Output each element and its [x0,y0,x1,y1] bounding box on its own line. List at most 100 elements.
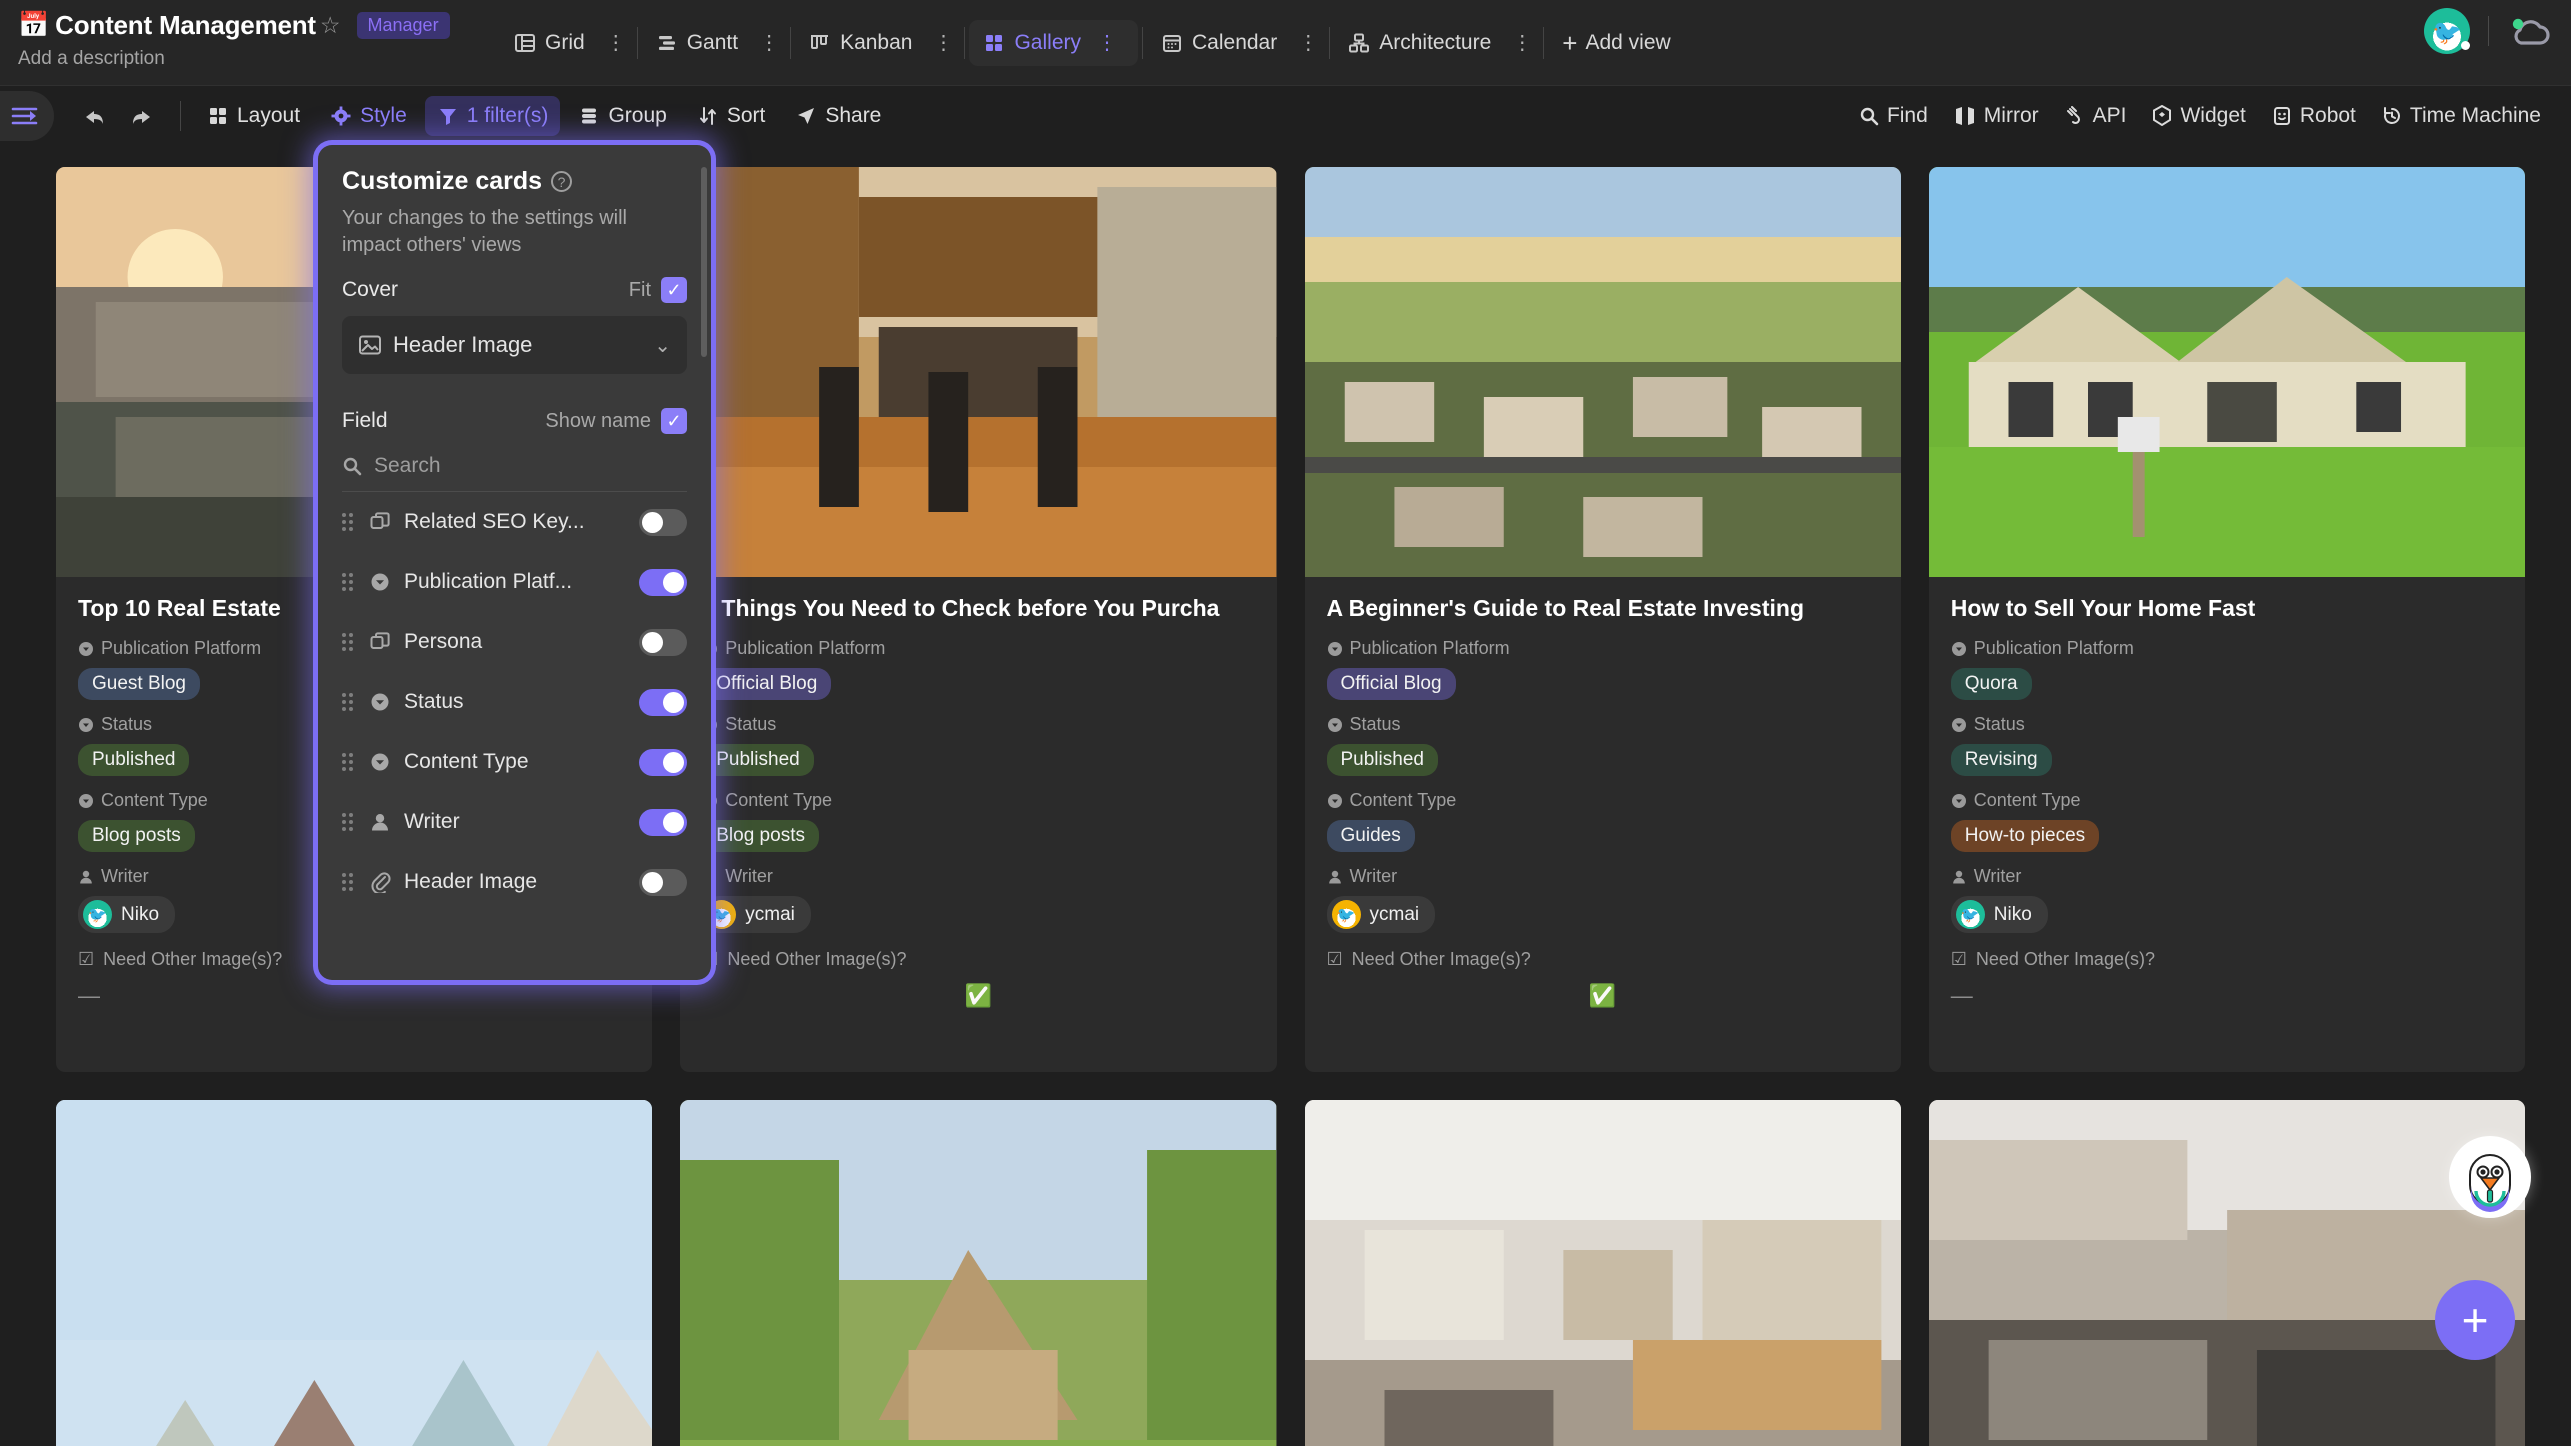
drag-handle-icon[interactable] [342,873,356,891]
cloud-sync-icon[interactable] [2505,13,2553,49]
tab-divider [964,26,966,59]
label-text: Publication Platform [1349,638,1510,658]
tab-calendar-menu[interactable]: ⋮ [1291,33,1325,53]
gallery-card[interactable] [1928,1100,2525,1446]
cover-fit-checkbox[interactable]: ✓ [661,277,687,303]
tab-calendar[interactable]: Calendar [1147,20,1291,66]
chip-writer: 🐦 ycmai [1326,896,1436,933]
tab-grid[interactable]: Grid [500,20,599,66]
field-toggle[interactable] [639,628,687,656]
label-text: Need Other Image(s)? [103,949,283,969]
show-name-checkbox[interactable]: ✓ [661,408,687,434]
drag-handle-icon[interactable] [342,753,356,771]
tab-gantt-menu[interactable]: ⋮ [752,33,786,53]
chip-writer: 🐦 Niko [78,896,176,933]
tab-divider [1329,26,1331,59]
field-row-content-type[interactable]: Content Type [342,732,687,792]
document-description[interactable]: Add a description [18,48,500,70]
tab-gantt[interactable]: Gantt [642,20,752,66]
chip-publication-platform: Quora [1950,668,2032,700]
tab-architecture-menu[interactable]: ⋮ [1505,33,1539,53]
tab-grid-menu[interactable]: ⋮ [599,33,633,53]
field-toggle[interactable] [639,688,687,716]
field-row-persona[interactable]: Persona [342,612,687,672]
add-record-button[interactable]: + [2435,1280,2515,1360]
add-view-button[interactable]: + Add view [1548,20,1684,66]
checkbox-icon: ☑ [1950,949,1967,969]
layout-button[interactable]: Layout [195,96,312,136]
group-icon [578,105,600,127]
find-button[interactable]: Find [1847,96,1940,136]
field-toggle[interactable] [639,568,687,596]
sort-button[interactable]: Sort [685,96,778,136]
single-select-icon [78,717,94,733]
writer-avatar: 🐦 [707,900,737,929]
single-select-icon [368,570,392,594]
writer-name: Niko [1993,903,2032,925]
share-button[interactable]: Share [783,96,893,136]
field-row-publication-platform[interactable]: Publication Platf... [342,552,687,612]
field-toggle[interactable] [639,508,687,536]
gallery-card[interactable] [680,1100,1277,1446]
field-label-writer: Writer [702,866,1254,887]
label-text: Status [1973,714,2025,734]
gallery-card[interactable] [56,1100,653,1446]
cover-field-select[interactable]: Header Image ⌄ [342,316,687,374]
cover-fit-label: Fit [628,278,651,301]
field-row-status[interactable]: Status [342,672,687,732]
field-search-row[interactable]: Search [342,454,687,492]
drag-handle-icon[interactable] [342,633,356,651]
api-button[interactable]: API [2053,96,2139,136]
style-button[interactable]: Style [318,96,419,136]
group-button[interactable]: Group [566,96,678,136]
tab-gallery[interactable]: Gallery ⋮ [969,19,1138,66]
mirror-button[interactable]: Mirror [1942,96,2051,136]
tab-kanban[interactable]: Kanban [795,20,926,66]
card-body: A Beginner's Guide to Real Estate Invest… [1305,577,1901,1072]
tab-gallery-menu[interactable]: ⋮ [1090,33,1124,53]
gallery-card[interactable]: How to Sell Your Home Fast Publication P… [1928,167,2525,1072]
gallery-card[interactable]: A Beginner's Guide to Real Estate Invest… [1304,167,1901,1072]
avatar[interactable]: 🐦 [2424,8,2470,54]
undo-icon[interactable] [70,94,118,138]
tab-calendar-label: Calendar [1192,30,1278,54]
favorite-star-icon[interactable]: ☆ [320,12,341,39]
redo-icon[interactable] [118,94,166,138]
field-toggle[interactable] [639,808,687,836]
robot-button[interactable]: Robot [2260,96,2368,136]
field-row-header-image[interactable]: Header Image [342,852,687,912]
gallery-card[interactable]: 5 Things You Need to Check before You Pu… [680,167,1277,1072]
tab-architecture[interactable]: Architecture [1334,20,1505,66]
field-row-writer[interactable]: Writer [342,792,687,852]
time-machine-button[interactable]: Time Machine [2370,96,2553,136]
filter-button[interactable]: 1 filter(s) [424,95,561,136]
link-records-icon [368,630,392,654]
field-toggle[interactable] [639,748,687,776]
field-row-related-seo-keywords[interactable]: Related SEO Key... [342,492,687,552]
search-input[interactable]: Search [374,454,441,478]
drag-handle-icon[interactable] [342,693,356,711]
drag-handle-icon[interactable] [342,513,356,531]
widget-button[interactable]: Widget [2140,96,2257,136]
field-label-need-other-images: ☑ Need Other Image(s)? [1951,949,2503,970]
chip-publication-platform: Official Blog [702,668,832,700]
sidebar-collapse-icon[interactable] [0,90,54,141]
card-title: How to Sell Your Home Fast [1950,595,2256,621]
search-icon [342,456,362,476]
tab-divider [1142,26,1143,59]
chip-content-type: How-to pieces [1950,820,2100,852]
gantt-view-icon [656,32,678,54]
help-icon[interactable]: ? [551,171,573,192]
drag-handle-icon[interactable] [342,573,356,591]
label-text: Content Type [1349,790,1457,810]
online-status-dot [2461,41,2470,50]
assistant-bird-icon[interactable] [2449,1136,2531,1218]
label-text: Publication Platform [725,638,886,658]
popup-scrollbar[interactable] [701,167,707,357]
gallery-card[interactable] [1304,1100,1901,1446]
field-toggle[interactable] [639,868,687,896]
drag-handle-icon[interactable] [342,813,356,831]
tab-kanban-menu[interactable]: ⋮ [926,33,960,53]
card-cover-image [1928,1100,2525,1446]
field-name: Writer [404,810,460,833]
